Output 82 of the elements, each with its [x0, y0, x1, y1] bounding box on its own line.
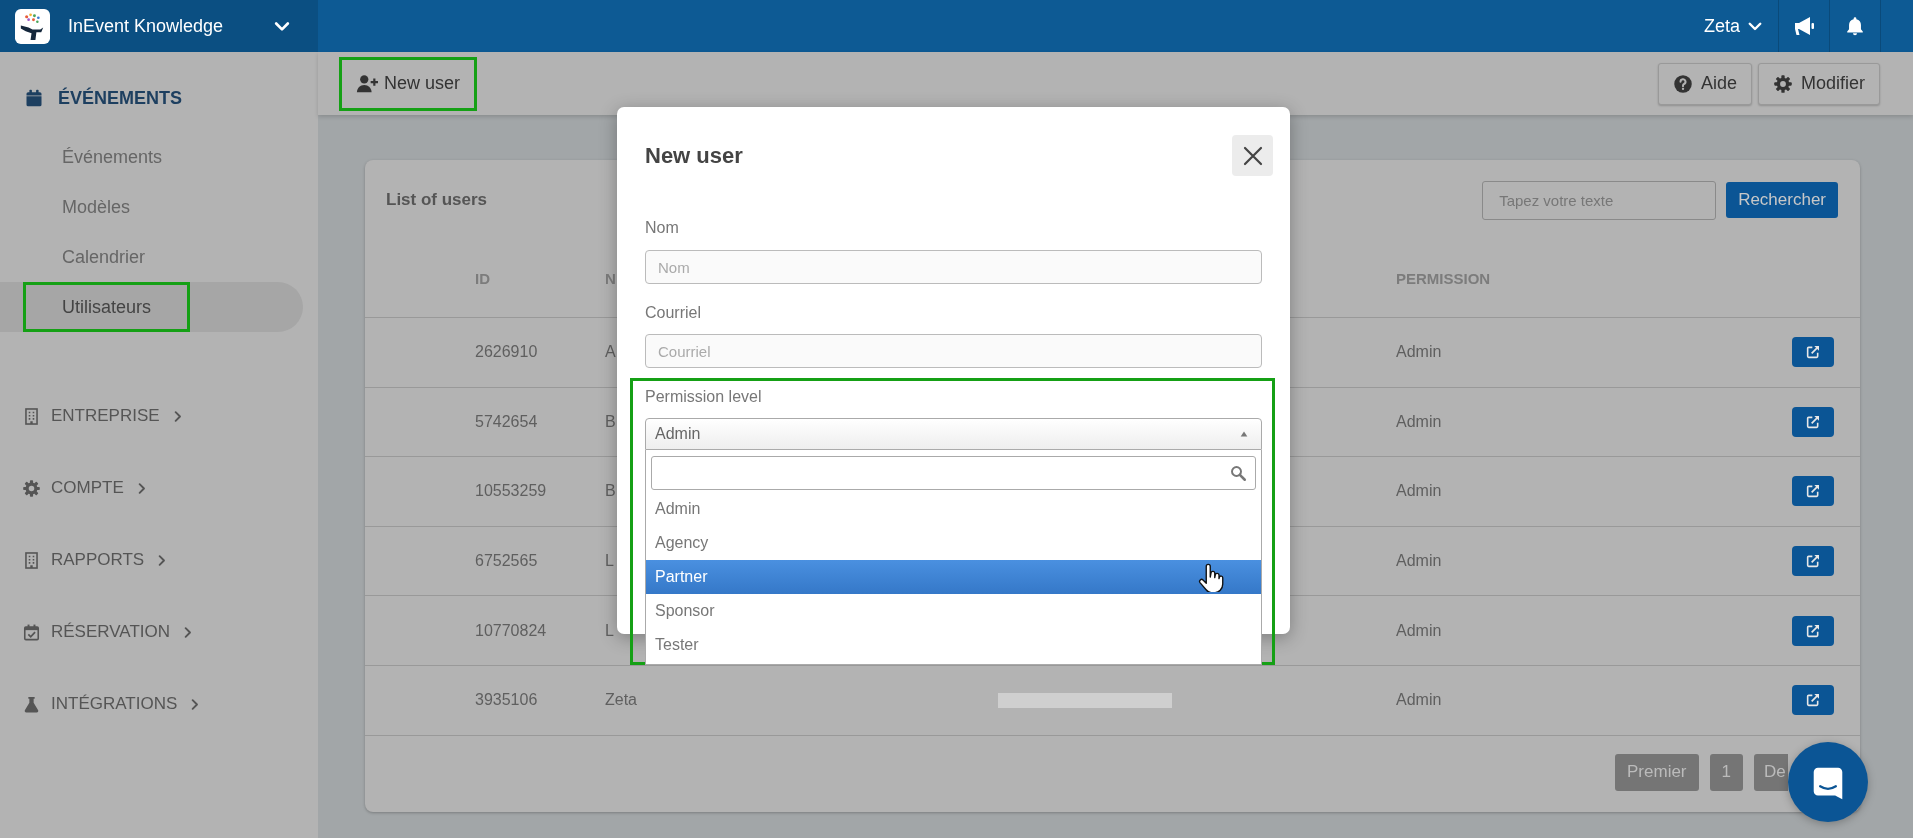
- pagination-button[interactable]: Premier: [1615, 753, 1699, 791]
- edit-button[interactable]: [1792, 546, 1834, 577]
- sidebar-group-label: RAPPORTS: [51, 550, 145, 570]
- settings-button[interactable]: Modifier: [1757, 62, 1880, 105]
- sidebar-link[interactable]: Calendrier: [26, 235, 182, 279]
- pagination-button[interactable]: De: [1754, 753, 1788, 791]
- user-plus-icon: [356, 72, 378, 95]
- sidebar-group-label: INTÉGRATIONS: [51, 694, 178, 714]
- table-cell: L: [605, 621, 614, 640]
- sidebar-link[interactable]: Utilisateurs: [26, 285, 188, 329]
- table-cell: Admin: [1396, 412, 1442, 431]
- triangle-up-icon: [1239, 429, 1249, 439]
- help-icon: [1672, 73, 1693, 94]
- input-field[interactable]: Nom: [645, 250, 1262, 284]
- sidebar-group[interactable]: RÉSERVATION: [0, 596, 318, 668]
- building-icon: [22, 406, 41, 426]
- gear-icon: [1772, 73, 1793, 94]
- calendar-icon: [24, 88, 44, 108]
- edit-button[interactable]: [1792, 615, 1834, 646]
- logo-icon: [15, 8, 50, 44]
- table-cell: Admin: [1396, 343, 1442, 362]
- dropdown-option[interactable]: Tester: [646, 628, 1261, 662]
- external-link-icon: [1805, 553, 1821, 570]
- sidebar-group-label: ENTREPRISE: [51, 406, 160, 426]
- search-icon: [1229, 464, 1247, 482]
- table-cell: 10553259: [475, 482, 547, 501]
- search-field[interactable]: Tapez votre texte: [1482, 180, 1717, 220]
- dropdown-option[interactable]: Admin: [646, 492, 1261, 526]
- table-cell: B: [605, 482, 616, 501]
- gear-icon: [22, 478, 41, 498]
- sidebar-group-label: RÉSERVATION: [51, 622, 171, 642]
- edit-button[interactable]: [1792, 685, 1834, 716]
- dropdown-search-field[interactable]: [651, 456, 1256, 490]
- table-cell: A: [605, 343, 616, 362]
- table-cell: 5742654: [475, 412, 538, 431]
- dropdown-option[interactable]: Partner: [646, 560, 1261, 594]
- external-link-icon: [1805, 483, 1821, 500]
- table-cell: 3935106: [475, 691, 538, 710]
- dropdown-option[interactable]: Sponsor: [646, 594, 1261, 628]
- external-link-icon: [1805, 413, 1821, 430]
- input-field[interactable]: Courriel: [645, 334, 1262, 368]
- sidebar-link[interactable]: Modèles: [26, 185, 167, 229]
- edit-button[interactable]: [1792, 337, 1834, 368]
- sidebar-group-label: COMPTE: [51, 478, 124, 498]
- table-cell: 2626910: [475, 343, 538, 362]
- table-cell: Admin: [1396, 691, 1442, 710]
- field-label: Nom: [645, 219, 680, 237]
- field-label: Permission level: [645, 388, 763, 406]
- search-button[interactable]: Rechercher: [1726, 182, 1838, 218]
- edit-button[interactable]: [1792, 476, 1834, 507]
- table-cell: 10770824: [475, 621, 547, 640]
- section-title: ÉVÉNEMENTS: [58, 87, 183, 109]
- card-title: List of users: [386, 190, 488, 210]
- field-label: Courriel: [645, 304, 702, 322]
- sidebar-link[interactable]: Événements: [26, 135, 199, 179]
- table-cell: Zeta: [605, 691, 637, 710]
- dropdown-option[interactable]: Agency: [646, 526, 1261, 560]
- table-cell: B: [605, 412, 616, 431]
- sidebar-group[interactable]: COMPTE: [0, 452, 318, 524]
- chat-button[interactable]: [1788, 742, 1868, 822]
- sidebar-group[interactable]: ENTREPRISE: [0, 380, 318, 452]
- building-icon: [22, 550, 41, 570]
- table-cell: Admin: [1396, 621, 1442, 640]
- close-button[interactable]: [1232, 135, 1273, 176]
- sidebar-group[interactable]: INTÉGRATIONS: [0, 668, 318, 740]
- edit-button[interactable]: [1792, 406, 1834, 437]
- table-cell: Admin: [1396, 552, 1442, 571]
- table-cell: Admin: [1396, 482, 1442, 501]
- external-link-icon: [1805, 692, 1821, 709]
- permission-select[interactable]: Admin: [645, 418, 1262, 450]
- external-link-icon: [1805, 344, 1821, 361]
- dialog-title: New user: [645, 142, 743, 169]
- calendar-check-icon: [22, 622, 41, 642]
- new-user-button[interactable]: New user: [342, 59, 475, 108]
- external-link-icon: [1805, 622, 1821, 639]
- pagination-button[interactable]: 1: [1709, 753, 1743, 791]
- table-cell: 6752565: [475, 552, 538, 571]
- brand-name: InEvent Knowledge: [68, 15, 225, 37]
- sidebar-group[interactable]: RAPPORTS: [0, 524, 318, 596]
- flask-icon: [22, 694, 41, 714]
- help-button[interactable]: Aide: [1657, 62, 1752, 105]
- table-cell: L: [605, 552, 614, 571]
